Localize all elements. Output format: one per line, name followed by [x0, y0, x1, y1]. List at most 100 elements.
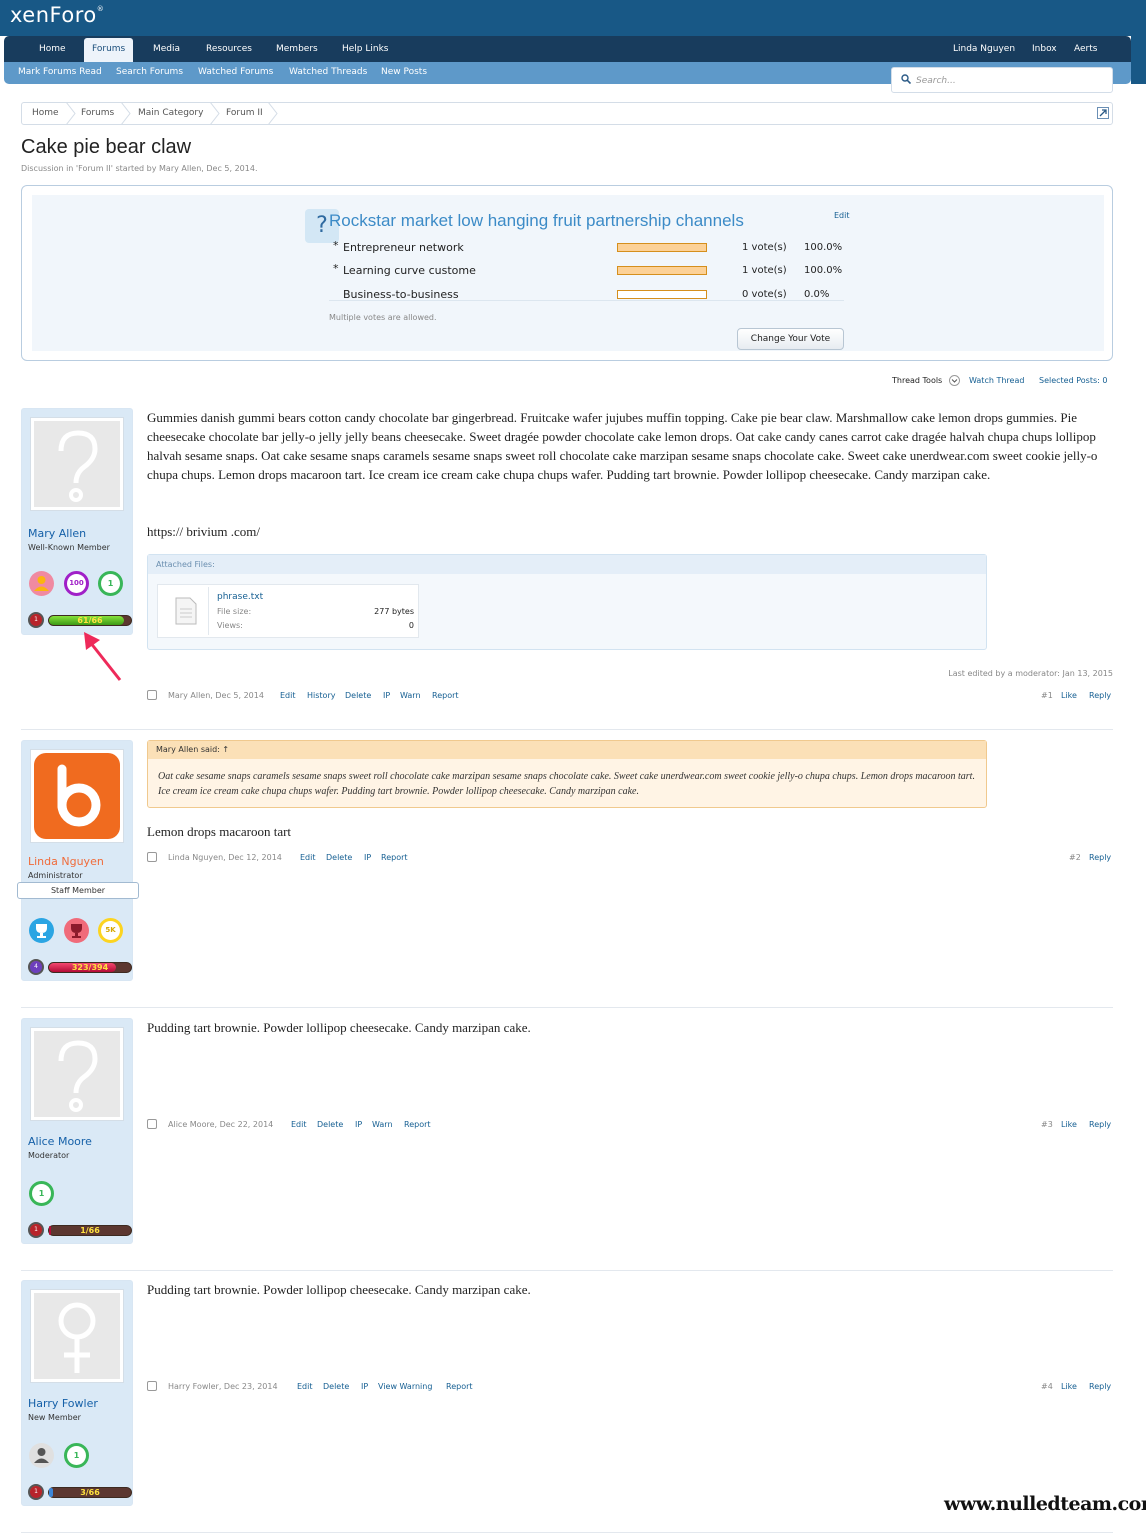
report-link[interactable]: Report [404, 1120, 431, 1129]
reply-link[interactable]: Reply [1089, 1382, 1111, 1391]
first-post-trophy-icon[interactable]: 1 [98, 571, 123, 596]
post-author-date[interactable]: Harry Fowler, Dec 23, 2014 [168, 1382, 278, 1391]
tab-members[interactable]: Members [268, 36, 326, 62]
delete-link[interactable]: Delete [326, 853, 352, 862]
tab-resources[interactable]: Resources [198, 36, 260, 62]
like-link[interactable]: Like [1061, 1120, 1077, 1129]
post-number[interactable]: #3 [1041, 1120, 1053, 1129]
subnav-new-posts[interactable]: New Posts [381, 62, 427, 84]
message-link[interactable]: https:// brivium .com/ [147, 522, 260, 541]
tab-forums[interactable]: Forums [84, 38, 134, 62]
select-post-checkbox[interactable] [147, 1119, 157, 1129]
header-edge [1131, 36, 1146, 84]
tab-home[interactable]: Home [31, 36, 74, 62]
first-post-trophy-icon[interactable]: 1 [64, 1443, 89, 1468]
warn-link[interactable]: Warn [372, 1120, 393, 1129]
warn-link[interactable]: Warn [400, 691, 421, 700]
breadcrumb-separator-icon [267, 102, 278, 125]
post-author-date[interactable]: Alice Moore, Dec 22, 2014 [168, 1120, 273, 1129]
breadcrumb-home[interactable]: Home [32, 103, 59, 124]
attachment-file[interactable]: phrase.txt File size: 277 bytes Views: 0 [157, 584, 419, 638]
trophy-cup-icon[interactable] [29, 918, 54, 943]
username[interactable]: Alice Moore [28, 1135, 92, 1148]
delete-link[interactable]: Delete [317, 1120, 343, 1129]
jump-menu-icon[interactable] [1097, 107, 1109, 119]
attachment-name[interactable]: phrase.txt [217, 592, 263, 602]
report-link[interactable]: Report [446, 1382, 473, 1391]
ip-link[interactable]: IP [364, 853, 371, 862]
ip-link[interactable]: IP [355, 1120, 362, 1129]
view-warning-link[interactable]: View Warning [378, 1382, 432, 1391]
quote-header[interactable]: Mary Allen said: ↑ [148, 741, 986, 759]
edit-link[interactable]: Edit [297, 1382, 313, 1391]
change-vote-button[interactable]: Change Your Vote [737, 328, 844, 350]
poll-edit-link[interactable]: Edit [834, 211, 850, 220]
breadcrumb-separator-icon [65, 102, 76, 125]
xp-progress-bar: 3/66 [48, 1487, 132, 1498]
delete-link[interactable]: Delete [345, 691, 371, 700]
report-link[interactable]: Report [381, 853, 408, 862]
reply-link[interactable]: Reply [1089, 1120, 1111, 1129]
select-post-checkbox[interactable] [147, 690, 157, 700]
tab-help-links[interactable]: Help Links [334, 36, 397, 62]
search-input[interactable]: Search... [891, 67, 1113, 93]
post-number[interactable]: #4 [1041, 1382, 1053, 1391]
subnav-watched-forums[interactable]: Watched Forums [198, 62, 273, 84]
post-author-date[interactable]: Linda Nguyen, Dec 12, 2014 [168, 853, 282, 862]
like-link[interactable]: Like [1061, 1382, 1077, 1391]
chevron-down-icon[interactable] [949, 375, 960, 386]
post-divider [21, 1532, 1113, 1533]
ip-link[interactable]: IP [361, 1382, 368, 1391]
user-title: Moderator [28, 1151, 70, 1160]
watch-thread-link[interactable]: Watch Thread [969, 376, 1024, 385]
female-avatar-icon [58, 1302, 96, 1373]
subnav-mark-read[interactable]: Mark Forums Read [18, 62, 102, 84]
user-menu-link[interactable]: Linda Nguyen [945, 36, 1023, 62]
post-number[interactable]: #2 [1069, 853, 1081, 862]
delete-link[interactable]: Delete [323, 1382, 349, 1391]
alerts-link[interactable]: Aerts [1066, 36, 1105, 62]
five-k-trophy-icon[interactable]: 5K [98, 918, 123, 943]
report-link[interactable]: Report [432, 691, 459, 700]
edit-link[interactable]: Edit [300, 853, 316, 862]
member-trophy-icon[interactable] [29, 571, 54, 596]
username[interactable]: Mary Allen [28, 527, 86, 540]
tab-media[interactable]: Media [145, 36, 188, 62]
avatar[interactable] [30, 1027, 124, 1121]
history-link[interactable]: History [307, 691, 335, 700]
member-trophy-icon[interactable] [29, 1443, 54, 1468]
first-post-trophy-icon[interactable]: 1 [29, 1181, 54, 1206]
search-icon [901, 74, 911, 84]
trophy-cup-icon[interactable] [64, 918, 89, 943]
edit-link[interactable]: Edit [280, 691, 296, 700]
select-post-checkbox[interactable] [147, 852, 157, 862]
breadcrumb-forums[interactable]: Forums [81, 103, 114, 124]
hundred-trophy-icon[interactable]: 100 [64, 571, 89, 596]
breadcrumb-main-category[interactable]: Main Category [138, 103, 203, 124]
reply-link[interactable]: Reply [1089, 853, 1111, 862]
ip-link[interactable]: IP [383, 691, 390, 700]
message-meta: Alice Moore, Dec 22, 2014 Edit Delete IP… [147, 1119, 1113, 1131]
username[interactable]: Harry Fowler [28, 1397, 98, 1410]
poll-block: ? Rockstar market low hanging fruit part… [21, 185, 1113, 361]
like-link[interactable]: Like [1061, 691, 1077, 700]
post-number[interactable]: #1 [1041, 691, 1053, 700]
username[interactable]: Linda Nguyen [28, 855, 104, 868]
select-post-checkbox[interactable] [147, 1381, 157, 1391]
thread-tools-menu[interactable]: Thread Tools [892, 376, 942, 385]
breadcrumb-forum-ii[interactable]: Forum II [226, 103, 263, 124]
avatar[interactable] [30, 749, 124, 843]
inbox-link[interactable]: Inbox [1024, 36, 1065, 62]
site-logo[interactable]: xenForo ® [10, 3, 104, 27]
nav-tabs: Home Forums Media Resources Members Help… [4, 36, 1131, 62]
site-header: xenForo ® [0, 0, 1146, 36]
reply-link[interactable]: Reply [1089, 691, 1111, 700]
subnav-search-forums[interactable]: Search Forums [116, 62, 183, 84]
selected-posts-link[interactable]: Selected Posts: 0 [1039, 376, 1107, 385]
post-author-date[interactable]: Mary Allen, Dec 5, 2014 [168, 691, 264, 700]
edit-link[interactable]: Edit [291, 1120, 307, 1129]
poll-result-bar [617, 266, 707, 275]
subnav-watched-threads[interactable]: Watched Threads [289, 62, 367, 84]
avatar[interactable] [30, 417, 124, 511]
avatar[interactable] [30, 1289, 124, 1383]
